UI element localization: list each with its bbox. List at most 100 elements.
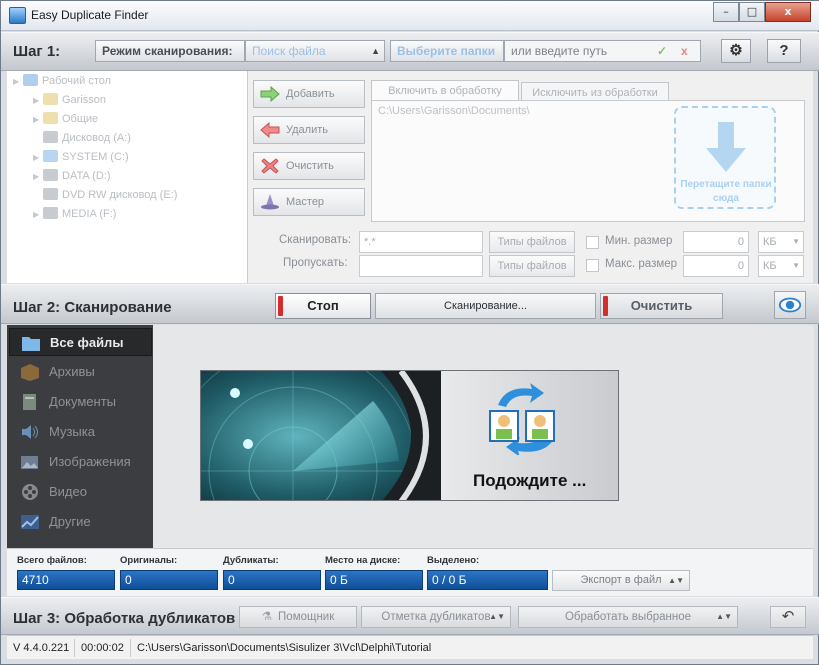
speaker-icon	[22, 425, 38, 439]
app-logo-icon	[9, 7, 26, 24]
scan-mode-label: Режим сканирования:	[95, 40, 245, 62]
elapsed-time: 00:00:02	[75, 639, 131, 657]
skip-filter-label: Пропускать:	[283, 257, 348, 269]
max-size-checkbox[interactable]	[586, 259, 599, 272]
tree-node-data[interactable]: ▶ DATA (D:)	[33, 167, 110, 185]
clear-list-button[interactable]: Очистить	[253, 152, 365, 180]
stats-bar: Всего файлов: 4710 Оригиналы: 0 Дубликат…	[7, 548, 813, 596]
disk-space-label: Место на диске:	[325, 555, 401, 566]
min-size-label: Мин. размер	[605, 235, 673, 247]
category-video[interactable]: Видео	[9, 478, 152, 506]
tree-node-dvd[interactable]: DVD RW дисковод (E:)	[33, 186, 177, 204]
originals-label: Оригиналы:	[120, 555, 178, 566]
scan-mode-value: Поиск файла	[252, 44, 326, 58]
category-all-files[interactable]: Все файлы	[9, 328, 152, 356]
step1-toolbar: Шаг 1: Режим сканирования: Поиск файла ▲…	[1, 32, 819, 71]
selected-value: 0 / 0 Б	[427, 570, 548, 590]
wizard-icon: ⚗	[261, 611, 273, 623]
version-text: V 4.4.0.221	[7, 639, 75, 657]
folder-tree[interactable]: ▶ Рабочий стол ▶ Garisson ▶ Общие Дисковод …	[7, 71, 248, 283]
include-path-item[interactable]: C:\Users\Garisson\Documents\	[378, 105, 530, 117]
arrow-right-green-icon	[260, 86, 280, 102]
scanning-banner: Подождите ...	[200, 370, 619, 501]
drop-arrow-icon	[706, 122, 746, 172]
wait-text: Подождите ...	[473, 471, 587, 490]
add-button[interactable]: Добавить	[253, 80, 365, 108]
include-list[interactable]: C:\Users\Garisson\Documents\ Перетащите …	[371, 100, 805, 222]
path-input[interactable]: или введите путь ✓ x	[504, 40, 701, 62]
scan-filter-input[interactable]: *.*	[359, 231, 483, 253]
tree-node-public[interactable]: ▶ Общие	[33, 110, 98, 128]
assistant-button[interactable]: ⚗ Помощник	[239, 606, 357, 628]
process-selected-select[interactable]: Обработать выбранное ▲▼	[518, 606, 738, 628]
selected-label: Выделено:	[427, 555, 480, 566]
chart-icon	[21, 515, 39, 529]
settings-gear-icon[interactable]: ⚙	[721, 39, 751, 63]
clear-results-button[interactable]: Очистить	[600, 293, 723, 319]
dropdown-arrow-icon: ▼	[792, 261, 800, 270]
skip-filter-input[interactable]	[359, 255, 483, 277]
document-icon	[23, 394, 36, 410]
dvd-drive-icon	[43, 188, 58, 200]
tab-include[interactable]: Включить в обработку	[371, 80, 519, 101]
scan-file-types-button[interactable]: Типы файлов	[489, 231, 575, 253]
step3-label: Шаг 3: Обработка дубликатов	[13, 610, 236, 627]
step3-toolbar: Шаг 3: Обработка дубликатов ⚗ Помощник От…	[1, 597, 819, 635]
export-to-file-button[interactable]: Экспорт в файл ▲▼	[552, 570, 690, 591]
system-drive-icon	[43, 150, 58, 162]
tab-exclude[interactable]: Исключить из обработки	[521, 82, 669, 101]
close-button[interactable]: x	[765, 2, 811, 22]
red-x-icon	[261, 158, 279, 174]
select-arrows-icon: ▲▼	[668, 576, 684, 585]
mark-duplicates-select[interactable]: Отметка дубликатов ▲▼	[361, 606, 511, 628]
stop-button[interactable]: Стоп	[275, 293, 371, 319]
step2-label: Шаг 2: Сканирование	[13, 299, 172, 316]
step2-toolbar: Шаг 2: Сканирование Стоп Сканирование...…	[1, 284, 819, 324]
drop-zone[interactable]: Перетащите папки сюда	[674, 106, 776, 209]
category-archives[interactable]: Архивы	[9, 358, 152, 386]
choose-folder-button[interactable]: Выберите папки	[390, 40, 504, 62]
cancel-x-icon[interactable]: x	[681, 41, 688, 61]
dropdown-arrow-icon: ▼	[792, 237, 800, 246]
duplicates-value: 0	[223, 570, 321, 590]
scan-filter-label: Сканировать:	[279, 234, 352, 246]
duplicate-people-icon	[489, 383, 555, 455]
originals-value: 0	[120, 570, 218, 590]
preview-eye-icon[interactable]	[774, 291, 806, 319]
min-size-unit-select[interactable]: КБ ▼	[758, 231, 804, 253]
confirm-check-icon[interactable]: ✓	[657, 41, 667, 61]
category-images[interactable]: Изображения	[9, 448, 152, 476]
category-music[interactable]: Музыка	[9, 418, 152, 446]
path-placeholder: или введите путь	[511, 44, 608, 58]
tree-node-garisson[interactable]: ▶ Garisson	[33, 91, 106, 109]
duplicates-label: Дубликаты:	[223, 555, 279, 566]
help-button[interactable]: ?	[767, 39, 801, 63]
radar-icon	[201, 371, 441, 500]
total-files-label: Всего файлов:	[17, 555, 87, 566]
skip-file-types-button[interactable]: Типы файлов	[489, 255, 575, 277]
category-other[interactable]: Другие	[9, 508, 152, 536]
tree-node-media[interactable]: ▶ MEDIA (F:)	[33, 205, 116, 223]
max-size-unit-select[interactable]: КБ ▼	[758, 255, 804, 277]
tree-node-floppy[interactable]: Дисковод (A:)	[33, 129, 131, 147]
remove-button[interactable]: Удалить	[253, 116, 365, 144]
total-files-value: 4710	[17, 570, 115, 590]
undo-icon[interactable]: ↶	[770, 606, 806, 628]
app-window: Easy Duplicate Finder – □ x Шаг 1: Режим…	[0, 0, 819, 665]
maximize-button[interactable]: □	[739, 2, 765, 22]
max-size-input[interactable]: 0	[683, 255, 749, 277]
desktop-icon	[23, 74, 38, 86]
status-bar: V 4.4.0.221 00:00:02 C:\Users\Garisson\D…	[7, 635, 813, 659]
tree-node-system[interactable]: ▶ SYSTEM (C:)	[33, 148, 129, 166]
min-size-input[interactable]: 0	[683, 231, 749, 253]
scan-mode-select[interactable]: Поиск файла ▲	[245, 40, 385, 62]
category-panel: Все файлы Архивы Документы Музыка Изобра…	[7, 325, 153, 548]
minimize-button[interactable]: –	[713, 2, 739, 22]
wizard-button[interactable]: Мастер	[253, 188, 365, 216]
min-size-checkbox[interactable]	[586, 236, 599, 249]
window-title: Easy Duplicate Finder	[31, 8, 149, 22]
select-arrows-icon: ▲	[371, 46, 380, 56]
category-documents[interactable]: Документы	[9, 388, 152, 416]
tree-node-desktop[interactable]: ▶ Рабочий стол	[13, 72, 111, 90]
scan-progress-bar: Сканирование...	[375, 293, 596, 319]
